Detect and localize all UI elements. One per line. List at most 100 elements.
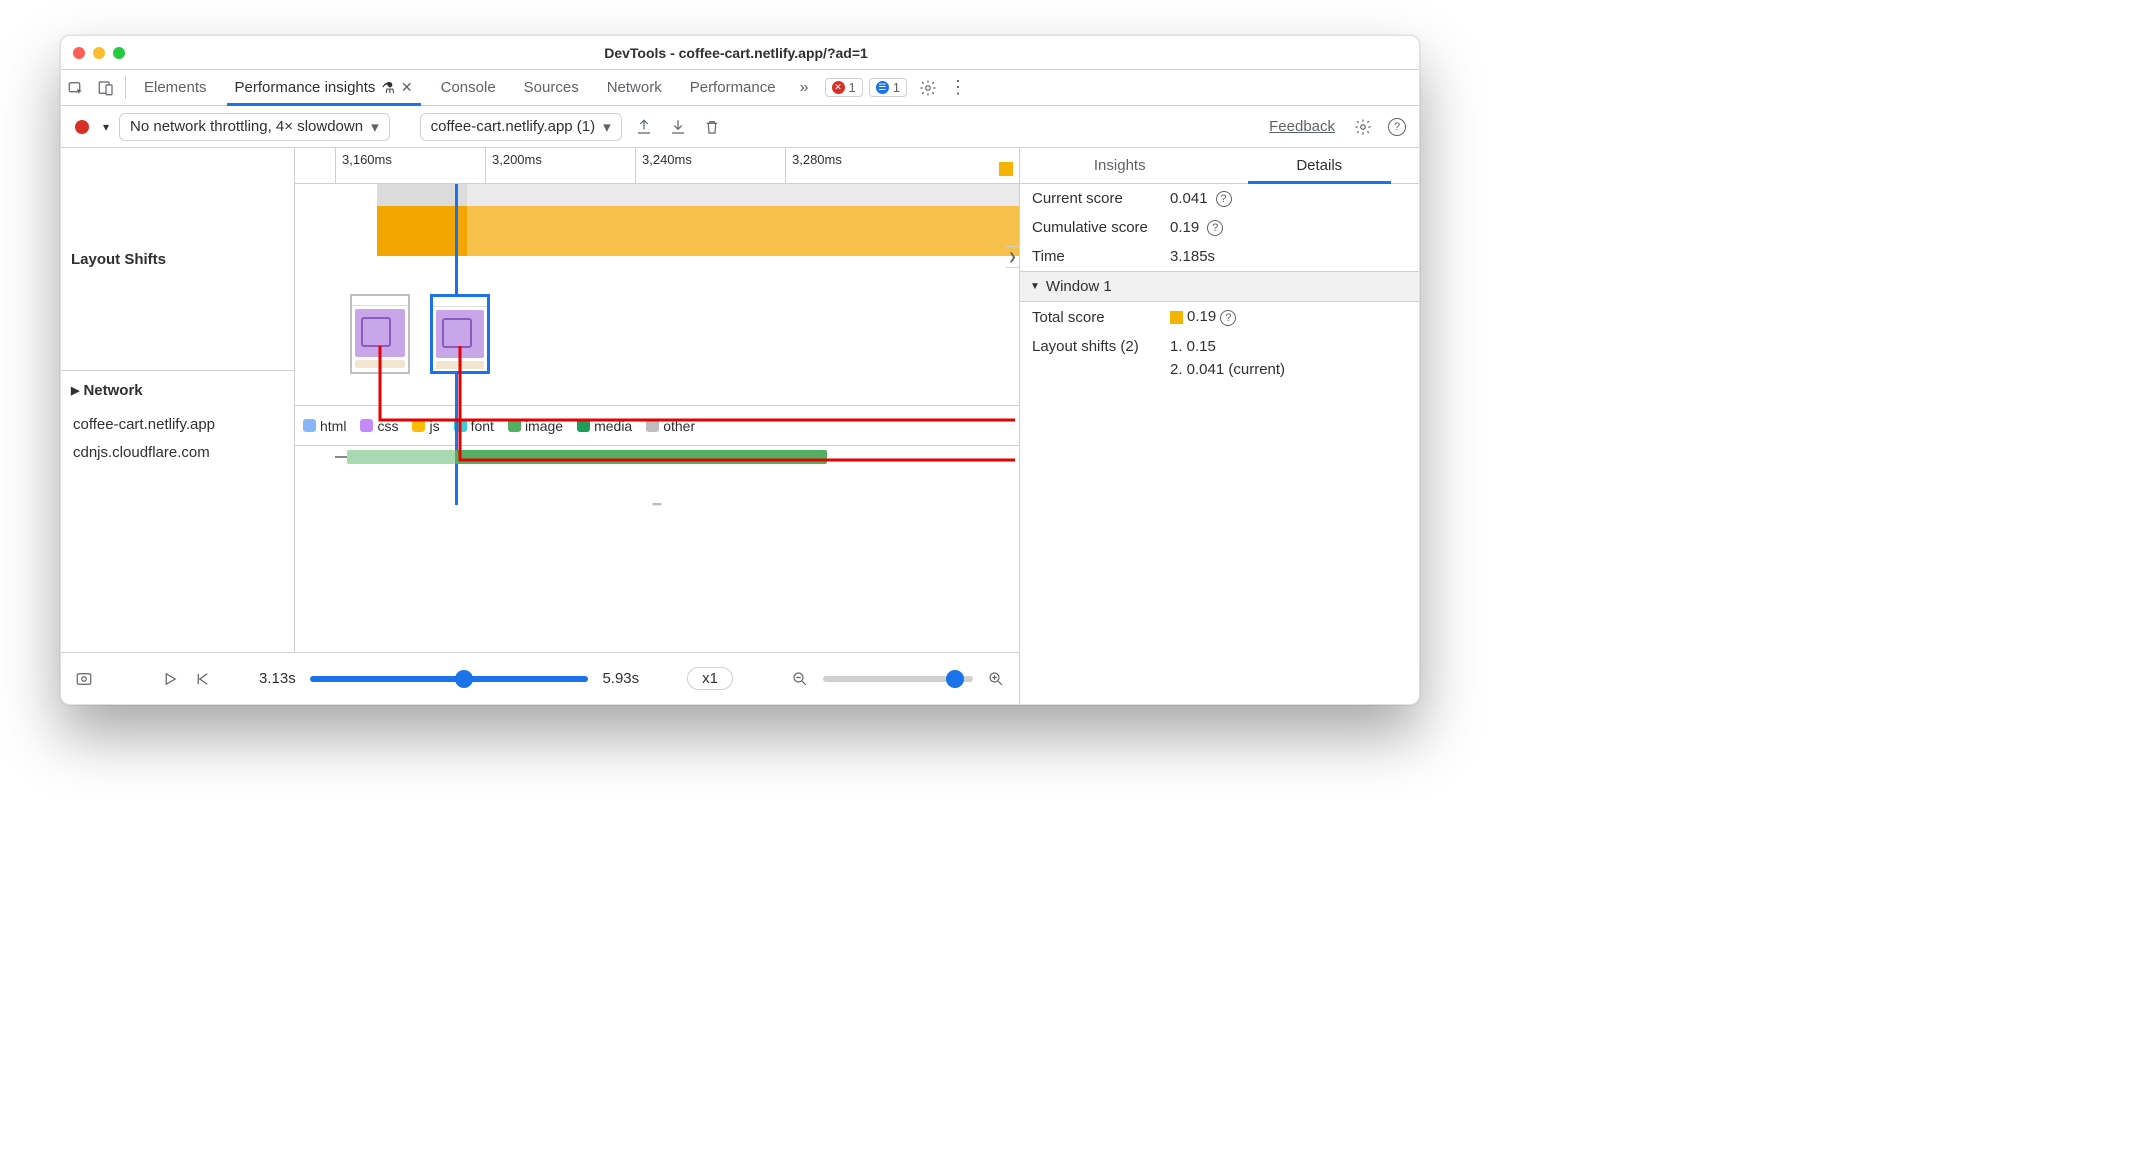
import-icon[interactable]	[666, 118, 690, 136]
details-tab[interactable]: Details	[1220, 148, 1420, 183]
tab-network[interactable]: Network	[593, 70, 676, 105]
details-panel: Insights Details Current score 0.041 ? C…	[1019, 148, 1419, 704]
network-legend: html css js font image media other	[295, 406, 1019, 446]
speed-pill[interactable]: x1	[687, 667, 733, 690]
delete-icon[interactable]	[700, 118, 724, 136]
zoom-out-icon[interactable]	[791, 670, 809, 688]
close-window-button[interactable]	[73, 47, 85, 59]
time-start-label: 3.13s	[259, 670, 296, 687]
close-tab-icon[interactable]: ✕	[401, 79, 413, 96]
help-icon[interactable]: ?	[1220, 310, 1236, 326]
layout-shift-thumbnail-selected[interactable]	[430, 294, 490, 374]
error-count: 1	[849, 80, 856, 95]
tab-label: Network	[607, 79, 662, 96]
legend-label: css	[377, 418, 398, 434]
long-task-bar	[377, 206, 1019, 256]
cpu-task-bar	[377, 184, 467, 206]
details-key: Cumulative score	[1032, 219, 1162, 236]
layout-shift-thumbnail[interactable]	[350, 294, 410, 374]
layout-shift-item-current[interactable]: 2. 0.041 (current)	[1170, 361, 1285, 378]
score-swatch-icon	[1170, 311, 1183, 324]
play-icon[interactable]	[161, 670, 179, 688]
network-host-row[interactable]: coffee-cart.netlify.app	[61, 410, 294, 438]
section-title: Window 1	[1046, 278, 1112, 295]
time-slider[interactable]	[310, 676, 589, 682]
throttle-select[interactable]: No network throttling, 4× slowdown ▾	[119, 113, 390, 141]
playback-controls: 3.13s 5.93s x1	[61, 652, 1019, 704]
time-ruler[interactable]: 3,160ms 3,200ms 3,240ms 3,280ms	[295, 148, 1019, 184]
ruler-tick: 3,160ms	[335, 148, 485, 183]
message-icon: ☰	[876, 81, 889, 94]
help-icon[interactable]: ?	[1216, 191, 1232, 207]
details-value: 0.19	[1187, 308, 1216, 325]
details-key: Current score	[1032, 190, 1162, 207]
tab-console[interactable]: Console	[427, 70, 510, 105]
record-menu-caret[interactable]: ▾	[103, 120, 109, 134]
tab-performance[interactable]: Performance	[676, 70, 790, 105]
message-count-badge[interactable]: ☰1	[869, 78, 907, 97]
tab-label: Elements	[144, 79, 207, 96]
insights-toolbar: ▾ No network throttling, 4× slowdown ▾ c…	[61, 106, 1419, 148]
layout-shift-item[interactable]: 1. 0.15	[1170, 338, 1285, 355]
inspect-element-icon[interactable]	[61, 70, 91, 105]
zoom-in-icon[interactable]	[987, 670, 1005, 688]
message-count: 1	[893, 80, 900, 95]
recording-select[interactable]: coffee-cart.netlify.app (1) ▾	[420, 113, 622, 141]
network-request-track[interactable]	[295, 446, 1019, 470]
devtools-tabstrip: Elements Performance insights ⚗ ✕ Consol…	[61, 70, 1419, 106]
settings-gear-icon[interactable]	[913, 70, 943, 105]
kebab-menu-icon[interactable]: ⋮	[943, 70, 973, 105]
flask-icon: ⚗	[381, 79, 394, 97]
traffic-lights	[61, 47, 125, 59]
throttle-value: No network throttling, 4× slowdown	[130, 118, 363, 135]
ruler-tick: 3,280ms	[785, 148, 935, 183]
layout-shift-track[interactable]	[295, 184, 1019, 406]
tab-sources[interactable]: Sources	[510, 70, 593, 105]
expand-triangle-icon: ▶	[71, 384, 79, 397]
cls-marker-icon[interactable]	[999, 162, 1013, 176]
device-toolbar-icon[interactable]	[91, 70, 121, 105]
error-count-badge[interactable]: ✕1	[825, 78, 863, 97]
minimize-window-button[interactable]	[93, 47, 105, 59]
request-queueing-bar	[347, 450, 455, 464]
network-request-track[interactable]	[295, 470, 1019, 494]
tab-label: Performance insights	[235, 79, 376, 96]
help-icon[interactable]: ?	[1207, 220, 1223, 236]
tab-elements[interactable]: Elements	[130, 70, 221, 105]
legend-label: js	[429, 418, 439, 434]
layout-shifts-row-label: Layout Shifts	[61, 148, 294, 370]
legend-swatch-media	[577, 419, 590, 432]
window-section-header[interactable]: ▼ Window 1	[1020, 271, 1419, 302]
legend-swatch-html	[303, 419, 316, 432]
network-section-header[interactable]: ▶Network	[61, 370, 294, 410]
legend-label: image	[525, 418, 563, 434]
help-icon[interactable]: ?	[1385, 118, 1409, 136]
feedback-link[interactable]: Feedback	[1269, 118, 1335, 135]
legend-swatch-image	[508, 419, 521, 432]
request-download-bar	[455, 450, 827, 464]
window-titlebar: DevTools - coffee-cart.netlify.app/?ad=1	[61, 36, 1419, 70]
rewind-icon[interactable]	[193, 670, 211, 688]
resize-handle[interactable]: ━	[295, 494, 1019, 508]
toggle-preview-icon[interactable]	[75, 670, 93, 688]
network-host-row[interactable]: cdnjs.cloudflare.com	[61, 438, 294, 466]
record-button[interactable]	[75, 120, 89, 134]
details-key: Total score	[1032, 309, 1162, 326]
zoom-window-button[interactable]	[113, 47, 125, 59]
tab-label: Insights	[1094, 157, 1146, 174]
tab-performance-insights[interactable]: Performance insights ⚗ ✕	[221, 70, 427, 105]
legend-label: other	[663, 418, 695, 434]
more-tabs-icon[interactable]: »	[790, 70, 819, 105]
tab-label: Console	[441, 79, 496, 96]
expand-drawer-icon[interactable]: ❯	[1006, 246, 1020, 268]
error-icon: ✕	[832, 81, 845, 94]
window-title: DevTools - coffee-cart.netlify.app/?ad=1	[125, 45, 1419, 61]
insights-tab[interactable]: Insights	[1020, 148, 1220, 183]
export-icon[interactable]	[632, 118, 656, 136]
ruler-tick: 3,240ms	[635, 148, 785, 183]
zoom-slider[interactable]	[823, 676, 973, 682]
devtools-window: DevTools - coffee-cart.netlify.app/?ad=1…	[60, 35, 1420, 705]
legend-label: media	[594, 418, 632, 434]
details-key: Layout shifts (2)	[1032, 338, 1162, 355]
panel-settings-gear-icon[interactable]	[1351, 118, 1375, 136]
